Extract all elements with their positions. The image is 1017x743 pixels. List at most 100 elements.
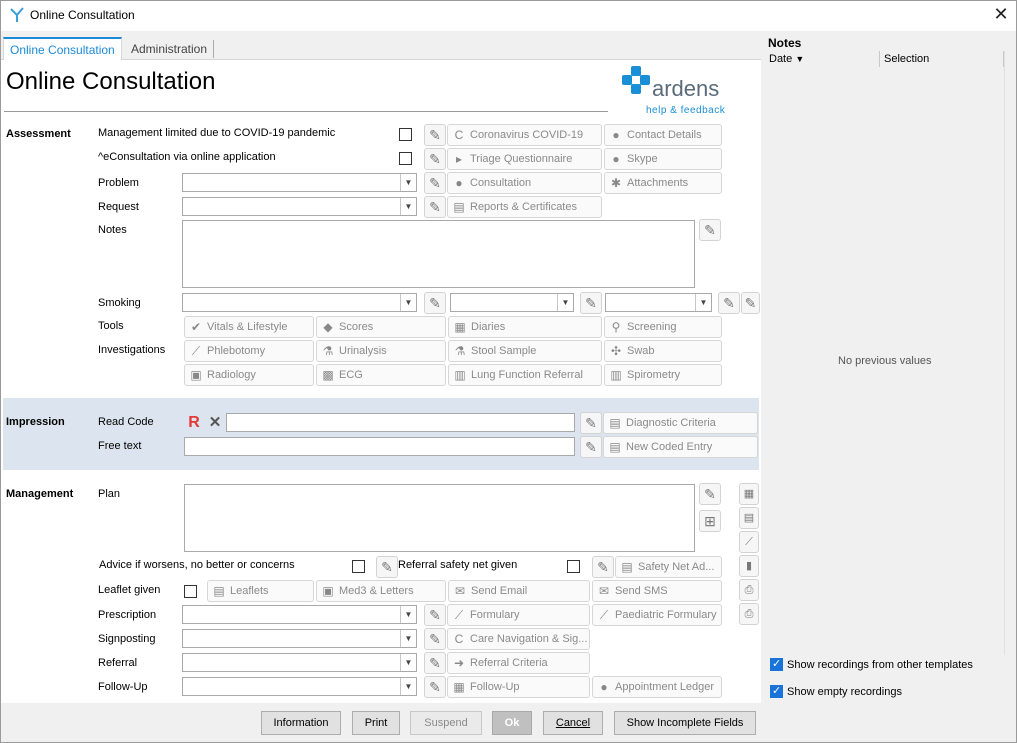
show-empty-checkbox[interactable] <box>770 684 783 698</box>
tab-administration[interactable]: Administration <box>125 40 215 58</box>
phlebotomy-button[interactable]: ⟋ Phlebotomy <box>184 340 314 362</box>
edit-pencil-icon[interactable]: ✎ <box>424 652 446 674</box>
help-feedback-link[interactable]: help & feedback <box>646 105 725 116</box>
chevron-down-icon[interactable]: ▼ <box>400 198 416 215</box>
covid-checkbox[interactable] <box>399 128 412 141</box>
smoking-combo-2[interactable]: ▼ <box>450 293 574 312</box>
notes-scrollbar[interactable] <box>1004 51 1015 655</box>
skype-button[interactable]: ● Skype <box>604 148 722 170</box>
vitals-button[interactable]: ✔ Vitals & Lifestyle <box>184 316 314 338</box>
show-other-templates-checkbox[interactable] <box>770 657 783 671</box>
lung-function-button[interactable]: ▥ Lung Function Referral <box>448 364 602 386</box>
cancel-button[interactable]: Cancel <box>543 711 603 735</box>
formulary-button[interactable]: ⟋ Formulary <box>447 604 590 626</box>
ardens-cross-icon[interactable] <box>622 66 650 94</box>
read-code-r-icon[interactable]: R <box>185 413 203 432</box>
chevron-down-icon[interactable]: ▼ <box>695 294 711 311</box>
send-email-button[interactable]: ✉ Send Email <box>448 580 590 602</box>
ok-button[interactable]: Ok <box>492 711 532 735</box>
printer-multi-icon[interactable]: ⎙ <box>739 603 759 625</box>
edit-pencil-icon[interactable]: ✎ <box>424 148 446 170</box>
edit-pencil-icon[interactable]: ✎ <box>699 219 721 241</box>
read-code-input[interactable] <box>226 413 575 432</box>
chevron-down-icon[interactable]: ▼ <box>400 606 416 623</box>
consultation-button[interactable]: ● Consultation <box>447 172 602 194</box>
triage-button[interactable]: ▸ Triage Questionnaire <box>447 148 602 170</box>
diaries-button[interactable]: ▦ Diaries <box>448 316 602 338</box>
edit-pencil-icon[interactable]: ✎ <box>424 292 446 314</box>
edit-pencil-icon[interactable]: ✎ <box>376 556 398 578</box>
swab-button[interactable]: ✣ Swab <box>604 340 722 362</box>
diagnostic-criteria-button[interactable]: ▤ Diagnostic Criteria <box>603 412 758 434</box>
request-combo[interactable]: ▼ <box>182 197 417 216</box>
information-button[interactable]: Information <box>261 711 341 735</box>
leaflets-button[interactable]: ▤ Leaflets <box>207 580 314 602</box>
chevron-down-icon[interactable]: ▼ <box>400 654 416 671</box>
med3-button[interactable]: ▣ Med3 & Letters <box>316 580 446 602</box>
edit-pencil-icon[interactable]: ✎ <box>718 292 740 314</box>
calendar-icon[interactable]: ▦ <box>739 483 759 505</box>
edit-pencil-icon[interactable]: ✎ <box>580 292 602 314</box>
edit-pencil-icon[interactable]: ✎ <box>699 483 721 505</box>
clear-x-icon[interactable]: ✕ <box>206 413 224 432</box>
suspend-button[interactable]: Suspend <box>410 711 482 735</box>
signposting-combo[interactable]: ▼ <box>182 629 417 648</box>
scores-button[interactable]: ◆ Scores <box>316 316 446 338</box>
add-note-icon[interactable]: ⊞ <box>699 510 721 532</box>
referral-combo[interactable]: ▼ <box>182 653 417 672</box>
edit-pencil-icon[interactable]: ✎ <box>424 172 446 194</box>
edit-pencil-icon[interactable]: ✎ <box>592 556 614 578</box>
leaflet-checkbox[interactable] <box>184 585 197 598</box>
free-text-input[interactable] <box>184 437 575 456</box>
safety-net-advice-button[interactable]: ▤ Safety Net Ad... <box>615 556 722 578</box>
prescription-combo[interactable]: ▼ <box>182 605 417 624</box>
date-column-header[interactable]: Date ▼ <box>769 53 804 65</box>
smoking-combo[interactable]: ▼ <box>182 293 417 312</box>
plan-textarea[interactable] <box>184 484 695 552</box>
ecg-button[interactable]: ▩ ECG <box>316 364 446 386</box>
stool-sample-button[interactable]: ⚗ Stool Sample <box>448 340 602 362</box>
close-icon[interactable]: ✕ <box>990 4 1012 26</box>
show-incomplete-fields-button[interactable]: Show Incomplete Fields <box>614 711 756 735</box>
follow-up-combo[interactable]: ▼ <box>182 677 417 696</box>
radiology-button[interactable]: ▣ Radiology <box>184 364 314 386</box>
print-button[interactable]: Print <box>352 711 400 735</box>
chevron-down-icon[interactable]: ▼ <box>557 294 573 311</box>
advice-checkbox[interactable] <box>352 560 365 573</box>
care-navigation-button[interactable]: C Care Navigation & Sig... <box>447 628 590 650</box>
spirometry-button[interactable]: ▥ Spirometry <box>604 364 722 386</box>
problem-combo[interactable]: ▼ <box>182 173 417 192</box>
chevron-down-icon[interactable]: ▼ <box>400 630 416 647</box>
printer-icon[interactable]: ⎙ <box>739 579 759 601</box>
reports-button[interactable]: ▤ Reports & Certificates <box>447 196 602 218</box>
edit-pencil-icon[interactable]: ✎ <box>424 676 446 698</box>
urinalysis-button[interactable]: ⚗ Urinalysis <box>316 340 446 362</box>
tab-online-consultation[interactable]: Online Consultation <box>3 37 122 60</box>
follow-up-button[interactable]: ▦ Follow-Up <box>447 676 590 698</box>
econsultation-checkbox[interactable] <box>399 152 412 165</box>
smoking-combo-3[interactable]: ▼ <box>605 293 712 312</box>
edit-pencil-icon[interactable]: ✎ <box>424 604 446 626</box>
appointment-ledger-button[interactable]: ● Appointment Ledger <box>592 676 722 698</box>
screening-button[interactable]: ⚲ Screening <box>604 316 722 338</box>
contact-details-button[interactable]: ● Contact Details <box>604 124 722 146</box>
attachments-button[interactable]: ✱ Attachments <box>604 172 722 194</box>
document-icon[interactable]: ▤ <box>739 507 759 529</box>
edit-pencil-icon[interactable]: ✎ <box>580 412 602 434</box>
edit-pencil-icon[interactable]: ✎ <box>424 196 446 218</box>
bandage-icon[interactable]: ⟋ <box>739 531 759 553</box>
referral-criteria-button[interactable]: ➜ Referral Criteria <box>447 652 590 674</box>
bottle-icon[interactable]: ▮ <box>739 555 759 577</box>
new-coded-entry-button[interactable]: ▤ New Coded Entry <box>603 436 758 458</box>
ardens-brand[interactable]: ardens <box>652 76 719 102</box>
send-sms-button[interactable]: ✉ Send SMS <box>592 580 722 602</box>
chevron-down-icon[interactable]: ▼ <box>400 174 416 191</box>
paediatric-formulary-button[interactable]: ⟋ Paediatric Formulary <box>592 604 722 626</box>
covid-button[interactable]: C Coronavirus COVID-19 <box>447 124 602 146</box>
chevron-down-icon[interactable]: ▼ <box>400 294 416 311</box>
edit-pencil-icon[interactable]: ✎ <box>741 292 760 314</box>
edit-pencil-icon[interactable]: ✎ <box>424 124 446 146</box>
edit-pencil-icon[interactable]: ✎ <box>580 436 602 458</box>
selection-column-header[interactable]: Selection <box>884 53 929 65</box>
safety-net-checkbox[interactable] <box>567 560 580 573</box>
